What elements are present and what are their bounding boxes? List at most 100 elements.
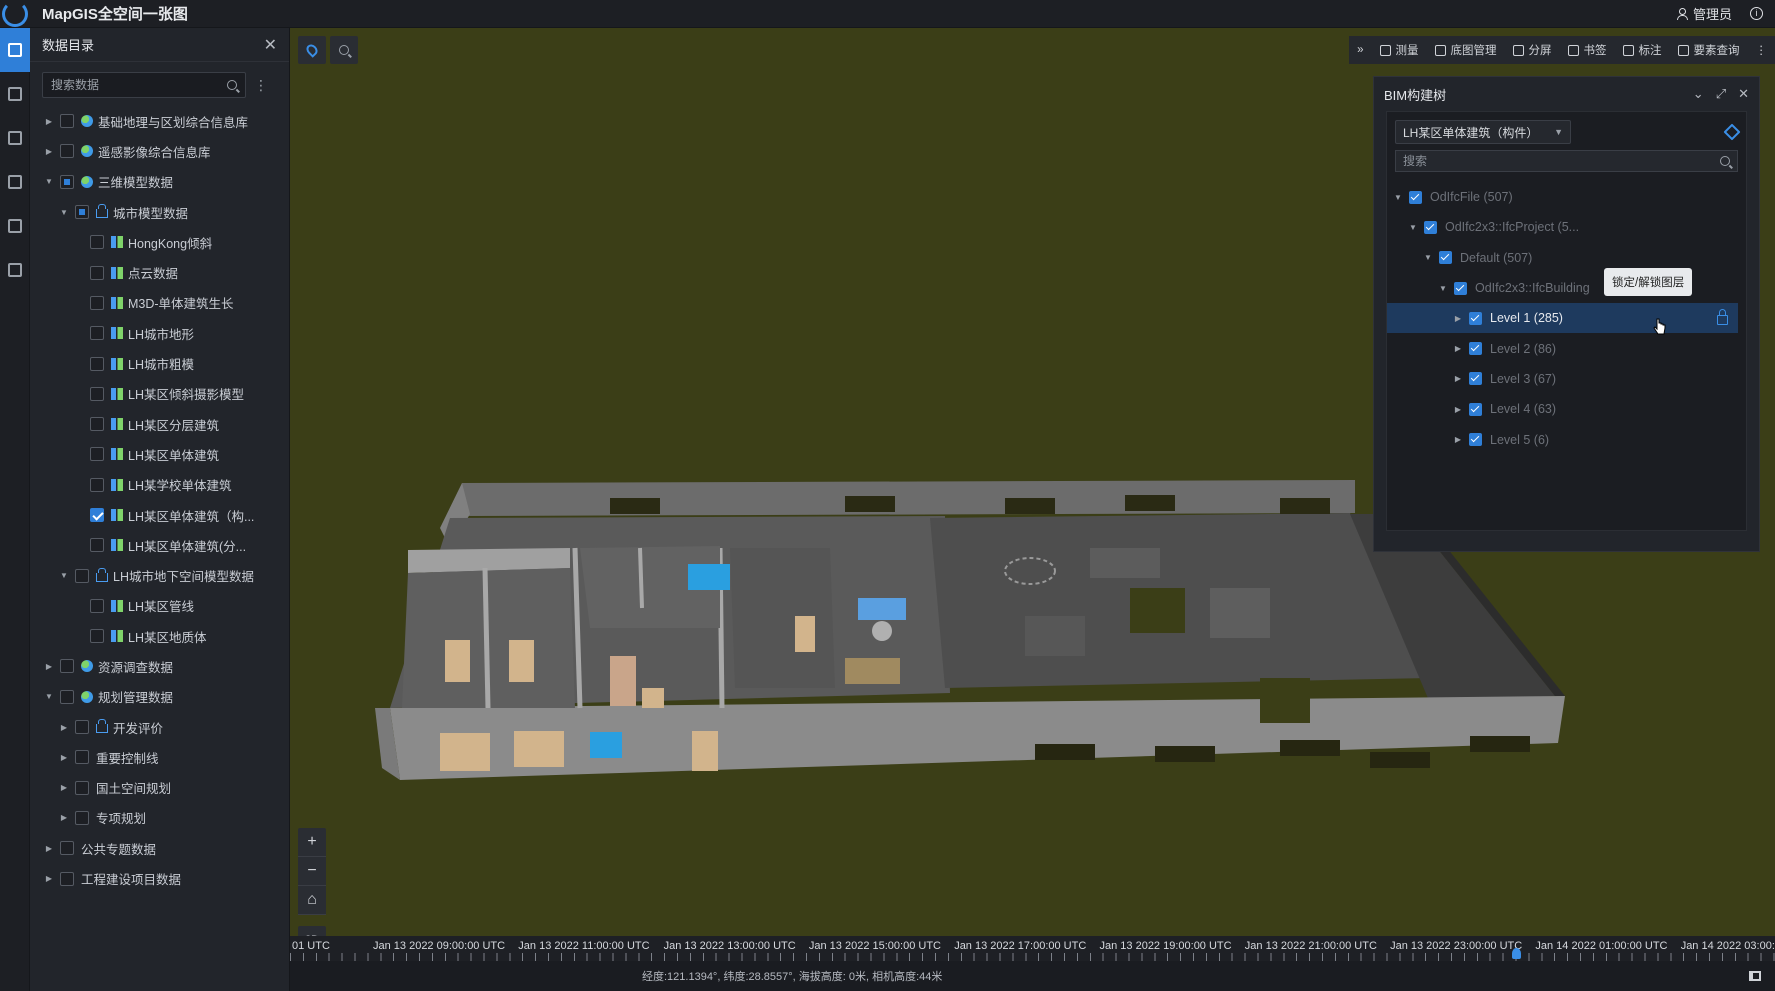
catalog-item[interactable]: LH某区单体建筑 — [30, 439, 289, 469]
caret-right-icon[interactable]: ▶ — [44, 147, 54, 156]
close-icon[interactable]: ✕ — [1738, 86, 1749, 102]
zoom-in-button[interactable]: + — [298, 828, 326, 857]
layer-checkbox[interactable] — [90, 265, 104, 280]
layer-checkbox[interactable] — [90, 447, 104, 462]
catalog-item[interactable]: M3D-单体建筑生长 — [30, 288, 289, 318]
info-icon[interactable]: i — [1750, 7, 1763, 20]
search-icon[interactable] — [227, 80, 237, 90]
collapse-toolbar-icon[interactable]: » — [1357, 44, 1363, 56]
collapse-icon[interactable]: ⌄ — [1693, 86, 1704, 102]
home-icon[interactable]: ⌂ — [298, 886, 326, 915]
catalog-item[interactable]: ▼ 城市模型数据 — [30, 197, 289, 227]
user-menu[interactable]: 管理员 — [1676, 4, 1732, 23]
catalog-item[interactable]: LH某学校单体建筑 — [30, 470, 289, 500]
caret-down-icon[interactable]: ▼ — [59, 208, 69, 217]
catalog-search-input[interactable] — [51, 78, 227, 92]
layer-checkbox[interactable] — [75, 810, 89, 825]
catalog-item[interactable]: ▶ 资源调查数据 — [30, 651, 289, 681]
toolbar-split[interactable]: 分屏 — [1512, 42, 1552, 58]
toolbar-basemap[interactable]: 底图管理 — [1434, 42, 1497, 58]
catalog-item[interactable]: LH某区单体建筑（构... — [30, 500, 289, 530]
close-icon[interactable]: ✕ — [264, 35, 277, 55]
bim-node-checkbox[interactable] — [1469, 342, 1482, 356]
catalog-item[interactable]: ▶ 开发评价 — [30, 712, 289, 742]
toolbar-measure[interactable]: 测量 — [1379, 42, 1419, 58]
timeline-handle[interactable] — [1512, 948, 1521, 959]
bim-tree-node[interactable]: ▼ OdIfc2x3::IfcBuilding — [1387, 273, 1746, 303]
toolbar-more-icon[interactable]: ⋮ — [1756, 43, 1768, 57]
zoom-out-button[interactable]: − — [298, 857, 326, 886]
caret-right-icon[interactable]: ▶ — [44, 844, 54, 853]
rail-monitor-icon[interactable] — [0, 248, 30, 292]
bim-tree-node[interactable]: ▼ OdIfc2x3::IfcProject (5... — [1387, 212, 1746, 242]
caret-right-icon[interactable]: ▶ — [1453, 374, 1463, 383]
map-search-button[interactable] — [330, 36, 358, 64]
caret-down-icon[interactable]: ▼ — [1393, 193, 1403, 202]
rail-stack-icon[interactable] — [0, 72, 30, 116]
catalog-item[interactable]: LH某区单体建筑(分... — [30, 530, 289, 560]
bim-tree-node[interactable]: ▼ Default (507) — [1387, 243, 1746, 273]
catalog-item[interactable]: LH某区管线 — [30, 591, 289, 621]
caret-down-icon[interactable]: ▼ — [1423, 253, 1433, 262]
more-options-icon[interactable]: ⋮ — [254, 77, 268, 94]
layer-checkbox[interactable] — [75, 750, 89, 765]
caret-down-icon[interactable]: ▼ — [59, 571, 69, 580]
layer-checkbox[interactable] — [90, 295, 104, 310]
layer-checkbox[interactable] — [75, 720, 89, 735]
layer-checkbox[interactable] — [60, 659, 74, 674]
bim-tree-node[interactable]: ▶ Level 1 (285) — [1387, 303, 1738, 334]
locate-button[interactable] — [298, 36, 326, 64]
caret-down-icon[interactable]: ▼ — [1438, 284, 1448, 293]
layer-checkbox[interactable] — [60, 114, 74, 129]
timeline[interactable]: 01 UTC Jan 13 2022 09:00:00 UTC Jan 13 202… — [290, 936, 1775, 961]
brush-icon[interactable] — [1723, 123, 1741, 141]
expand-icon[interactable]: ⤢ — [1716, 86, 1726, 102]
catalog-item[interactable]: LH城市地形 — [30, 318, 289, 348]
layer-checkbox[interactable] — [90, 417, 104, 432]
layer-checkbox[interactable] — [60, 689, 74, 704]
caret-right-icon[interactable]: ▶ — [1453, 405, 1463, 414]
rail-list-icon[interactable] — [0, 116, 30, 160]
catalog-item[interactable]: ▶ 专项规划 — [30, 803, 289, 833]
layer-checkbox[interactable] — [60, 871, 74, 886]
bim-tree-node[interactable]: ▶ Level 4 (63) — [1387, 394, 1746, 424]
catalog-item[interactable]: ▶ 公共专题数据 — [30, 833, 289, 863]
catalog-item[interactable]: LH某区倾斜摄影模型 — [30, 379, 289, 409]
catalog-item[interactable]: ▶ 重要控制线 — [30, 742, 289, 772]
layout-grid-icon[interactable] — [1749, 971, 1761, 981]
caret-right-icon[interactable]: ▶ — [59, 783, 69, 792]
toolbar-annotate[interactable]: 标注 — [1622, 42, 1662, 58]
caret-down-icon[interactable]: ▼ — [1408, 223, 1418, 232]
caret-right-icon[interactable]: ▶ — [59, 723, 69, 732]
bim-node-checkbox[interactable] — [1469, 372, 1482, 386]
bim-tree-node[interactable]: ▼ OdIfcFile (507) — [1387, 182, 1746, 212]
catalog-item[interactable]: ▼ 规划管理数据 — [30, 682, 289, 712]
layer-checkbox[interactable] — [90, 326, 104, 341]
catalog-item[interactable]: 点云数据 — [30, 257, 289, 287]
rail-measure-icon[interactable] — [0, 204, 30, 248]
layer-checkbox[interactable] — [90, 598, 104, 613]
caret-down-icon[interactable]: ▼ — [44, 177, 54, 186]
catalog-item[interactable]: ▶ 工程建设项目数据 — [30, 863, 289, 893]
bim-node-checkbox[interactable] — [1469, 433, 1482, 447]
caret-right-icon[interactable]: ▶ — [59, 753, 69, 762]
bim-node-checkbox[interactable] — [1454, 281, 1467, 295]
caret-right-icon[interactable]: ▶ — [1453, 314, 1463, 323]
rail-layers-icon[interactable] — [0, 28, 30, 72]
bim-layer-select[interactable]: LH某区单体建筑（构件） ▼ — [1395, 120, 1571, 144]
rail-shield-icon[interactable] — [0, 160, 30, 204]
caret-down-icon[interactable]: ▼ — [44, 692, 54, 701]
bim-node-checkbox[interactable] — [1469, 311, 1482, 325]
catalog-item[interactable]: ▶ 遥感影像综合信息库 — [30, 136, 289, 166]
search-icon[interactable] — [1720, 156, 1730, 166]
bim-tree-node[interactable]: ▶ Level 5 (6) — [1387, 424, 1746, 454]
caret-right-icon[interactable]: ▶ — [1453, 435, 1463, 444]
catalog-item[interactable]: LH某区地质体 — [30, 621, 289, 651]
bim-tree-node[interactable]: ▶ Level 3 (67) — [1387, 364, 1746, 394]
caret-right-icon[interactable]: ▶ — [1453, 344, 1463, 353]
catalog-item[interactable]: ▼ LH城市地下空间模型数据 — [30, 560, 289, 590]
caret-right-icon[interactable]: ▶ — [44, 662, 54, 671]
layer-checkbox[interactable] — [90, 235, 104, 250]
bim-node-checkbox[interactable] — [1424, 220, 1437, 234]
layer-checkbox[interactable] — [90, 629, 104, 644]
